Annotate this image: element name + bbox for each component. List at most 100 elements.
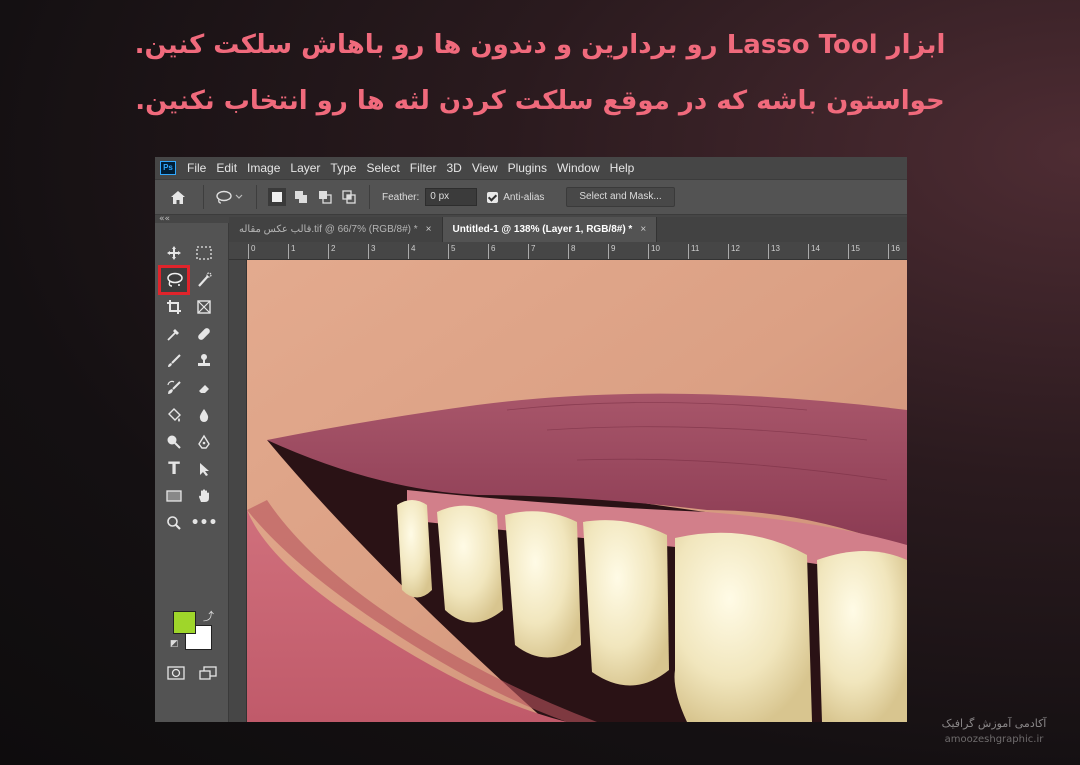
- feather-input[interactable]: 0 px: [425, 188, 478, 206]
- pen-icon: [198, 434, 210, 449]
- subtract-selection-icon: [319, 191, 332, 204]
- hand-icon: [199, 489, 209, 502]
- quick-mask-button[interactable]: [167, 665, 185, 684]
- antialias-checkbox[interactable]: [487, 191, 499, 203]
- ruler-tick-label: 12: [728, 244, 740, 259]
- quick-mask-icon: [167, 666, 185, 680]
- lasso-icon: [167, 272, 183, 287]
- menu-window[interactable]: Window: [552, 161, 605, 175]
- new-selection-icon: [272, 192, 282, 202]
- move-tool[interactable]: [161, 241, 187, 265]
- separator: [203, 185, 204, 209]
- screen-mode-icon: [199, 666, 217, 680]
- menu-image[interactable]: Image: [242, 161, 285, 175]
- dodge-icon: [167, 435, 181, 449]
- ruler-tick-label: 2: [327, 244, 336, 259]
- frame-icon: [197, 300, 211, 314]
- photoshop-window: Ps File Edit Image Layer Type Select Fil…: [155, 157, 907, 722]
- rectangle-tool[interactable]: [161, 484, 187, 508]
- ruler-tick-label: 10: [648, 244, 660, 259]
- marquee-tool[interactable]: [191, 241, 217, 265]
- antialias-label: Anti-alias: [503, 191, 545, 203]
- tab-untitled-1[interactable]: Untitled-1 @ 138% (Layer 1, RGB/8#) * ×: [442, 217, 658, 242]
- screen-mode-button[interactable]: [199, 665, 217, 684]
- clone-stamp-tool[interactable]: [191, 349, 217, 373]
- feather-label: Feather:: [382, 191, 420, 203]
- lasso-tool[interactable]: [158, 265, 190, 295]
- new-selection-button[interactable]: [268, 188, 286, 206]
- hand-tool[interactable]: [191, 484, 217, 508]
- subtract-selection-button[interactable]: [316, 188, 334, 206]
- select-and-mask-button[interactable]: Select and Mask...: [566, 187, 675, 207]
- frame-tool[interactable]: [191, 295, 217, 319]
- paint-bucket-tool[interactable]: [161, 403, 187, 427]
- marquee-icon: [196, 246, 212, 260]
- watermark-fa: آکادمی آموزش گرافیک: [941, 717, 1047, 730]
- add-to-selection-button[interactable]: [292, 188, 310, 206]
- ruler-tick-label: 9: [607, 244, 616, 259]
- menu-filter[interactable]: Filter: [405, 161, 442, 175]
- smile-photo: [247, 260, 907, 722]
- eraser-tool[interactable]: [191, 376, 217, 400]
- ruler-tick-label: 15: [848, 244, 860, 259]
- horizontal-ruler: 0 1 2 3 4 5 6 7 8 9 10 11 12 13 14 15 16: [229, 242, 907, 260]
- path-select-tool[interactable]: [191, 457, 217, 481]
- pen-tool[interactable]: [191, 430, 217, 454]
- path-select-icon: [200, 463, 209, 476]
- image-canvas[interactable]: [247, 260, 907, 722]
- eyedropper-tool[interactable]: [161, 322, 187, 346]
- more-tools-button[interactable]: •••: [190, 511, 218, 535]
- separator: [256, 185, 257, 209]
- menu-3d[interactable]: 3D: [441, 161, 466, 175]
- instruction-line-1: ابزار Lasso Tool رو بردارین و دندون ها ر…: [134, 30, 946, 60]
- more-tools-icon: •••: [190, 515, 218, 531]
- ruler-tick-label: 5: [447, 244, 456, 259]
- ruler-tick-label: 8: [567, 244, 576, 259]
- ruler-tick-label: 4: [407, 244, 416, 259]
- tab-label: Untitled-1 @ 138% (Layer 1, RGB/8#) *: [452, 224, 633, 235]
- document-tabs: قالب عکس مقاله.tif @ 66/7% (RGB/8#) * × …: [229, 217, 907, 242]
- zoom-tool[interactable]: [161, 511, 187, 535]
- default-colors-icon[interactable]: ◩: [170, 639, 179, 649]
- tool-preset-picker[interactable]: [212, 186, 248, 208]
- menu-layer[interactable]: Layer: [285, 161, 325, 175]
- ruler-tick-label: 11: [687, 244, 700, 259]
- ruler-tick-label: 14: [808, 244, 820, 259]
- clone-stamp-icon: [198, 354, 210, 366]
- dodge-tool[interactable]: [161, 430, 187, 454]
- swap-colors-icon[interactable]: ⤴: [203, 608, 214, 624]
- watermark-en: amoozeshgraphic.ir: [944, 734, 1044, 745]
- rectangle-icon: [166, 490, 182, 502]
- home-icon: [171, 190, 185, 204]
- menu-view[interactable]: View: [467, 161, 503, 175]
- crop-tool[interactable]: [161, 295, 187, 319]
- instruction-line-2: حواستون باشه که در موقع سلکت کردن لثه ها…: [135, 86, 945, 116]
- healing-brush-tool[interactable]: [191, 322, 217, 346]
- ruler-tick-label: 16: [888, 244, 900, 259]
- eyedropper-icon: [167, 329, 179, 341]
- intersect-selection-button[interactable]: [340, 188, 358, 206]
- menu-file[interactable]: File: [182, 161, 211, 175]
- menu-select[interactable]: Select: [361, 161, 404, 175]
- menu-edit[interactable]: Edit: [211, 161, 242, 175]
- add-selection-icon: [295, 191, 307, 203]
- blur-tool[interactable]: [191, 403, 217, 427]
- quick-select-tool[interactable]: [191, 268, 217, 292]
- brush-tool[interactable]: [161, 349, 187, 373]
- history-brush-tool[interactable]: [161, 376, 187, 400]
- foreground-color-swatch[interactable]: [173, 611, 196, 634]
- tab-template-document[interactable]: قالب عکس مقاله.tif @ 66/7% (RGB/8#) * ×: [229, 217, 443, 242]
- menu-plugins[interactable]: Plugins: [503, 161, 552, 175]
- blur-icon: [199, 409, 209, 422]
- type-tool[interactable]: T: [161, 457, 187, 481]
- menu-help[interactable]: Help: [605, 161, 640, 175]
- menu-type[interactable]: Type: [325, 161, 361, 175]
- eraser-icon: [199, 385, 209, 393]
- close-icon[interactable]: ×: [426, 224, 432, 235]
- ruler-tick-label: 3: [367, 244, 376, 259]
- ruler-tick-label: 13: [768, 244, 780, 259]
- close-icon[interactable]: ×: [640, 224, 646, 235]
- academy-watermark: آکادمی آموزش گرافیک amoozeshgraphic.ir: [926, 716, 1062, 748]
- move-icon: [167, 246, 181, 260]
- home-button[interactable]: [161, 186, 195, 208]
